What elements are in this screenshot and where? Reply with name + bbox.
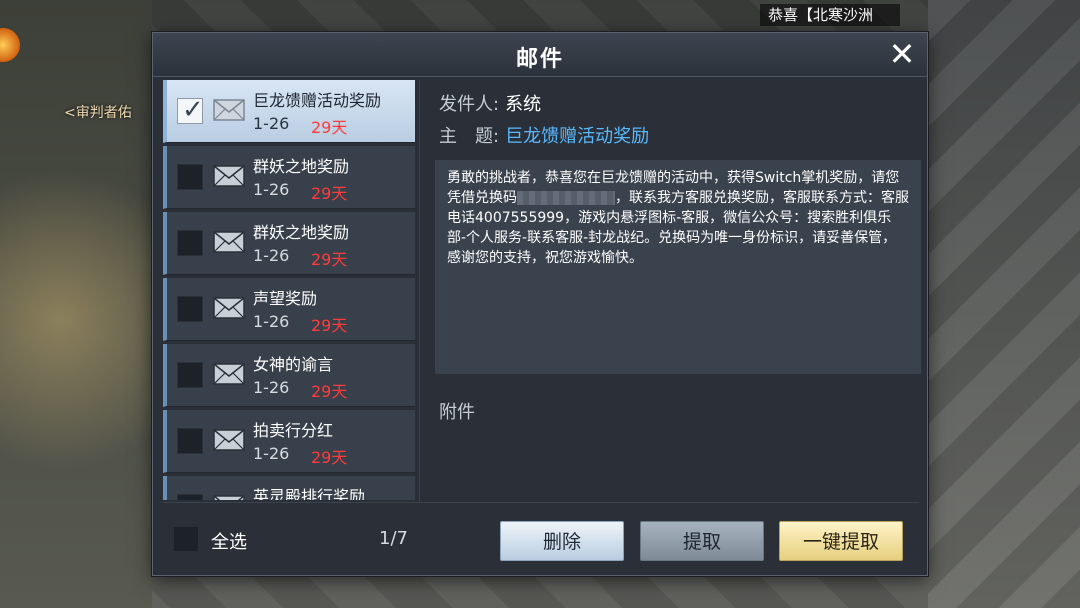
mail-title: 女神的谕言 — [253, 355, 334, 374]
envelope-icon — [213, 165, 245, 187]
subject-value: 巨龙馈赠活动奖励 — [505, 126, 650, 147]
mail-list-item[interactable]: 女神的谕言 1-26 29天 — [163, 344, 415, 407]
redacted-code — [517, 191, 615, 205]
sender-row: 发件人: 系统 — [439, 90, 541, 116]
mail-expiry: 29天 — [311, 118, 348, 137]
mail-date: 1-26 — [253, 246, 290, 265]
extract-all-button[interactable]: 一键提取 — [779, 521, 903, 561]
delete-button[interactable]: 删除 — [500, 521, 624, 561]
mail-expiry: 29天 — [311, 250, 348, 269]
dialog-title: 邮件 — [515, 47, 564, 72]
mail-detail: 发件人: 系统 主 题: 巨龙馈赠活动奖励 勇敢的挑战者，恭喜您在巨龙馈赠的活动中，… — [425, 80, 921, 502]
mail-list-item[interactable]: 声望奖励 1-26 29天 — [163, 278, 415, 341]
mail-date: 1-26 — [253, 180, 290, 199]
mail-date: 1-26 — [253, 114, 290, 133]
mail-title: 群妖之地奖励 — [253, 157, 350, 176]
mail-title: 巨龙馈赠活动奖励 — [253, 91, 382, 110]
envelope-icon — [213, 495, 245, 500]
page-indicator: 1/7 — [379, 528, 408, 549]
mail-title: 群妖之地奖励 — [253, 223, 350, 242]
npc-name-tag: <审判者佑 — [64, 105, 132, 121]
mail-list[interactable]: ✓ 巨龙馈赠活动奖励 1-26 29天 群妖之地奖励 1-26 29天 群妖之地奖励 1-26 2… — [163, 80, 417, 500]
mail-checkbox[interactable] — [177, 296, 203, 322]
mail-expiry: 29天 — [311, 184, 348, 203]
game-scene-left — [0, 0, 152, 608]
mail-expiry: 29天 — [311, 382, 348, 401]
mail-title: 声望奖励 — [253, 289, 318, 308]
mail-dialog: 邮件 ✕ ✓ 巨龙馈赠活动奖励 1-26 29天 群妖之地奖励 1-26 29天 群妖之地奖励… — [152, 32, 928, 576]
envelope-icon — [213, 297, 245, 319]
checkmark-icon: ✓ — [182, 95, 204, 125]
mail-expiry: 29天 — [311, 448, 348, 467]
pane-divider — [419, 80, 420, 502]
mail-list-item[interactable]: ✓ 巨龙馈赠活动奖励 1-26 29天 — [163, 80, 415, 143]
sender-label: 发件人: — [439, 94, 500, 115]
subject-row: 主 题: 巨龙馈赠活动奖励 — [439, 122, 649, 148]
mail-list-item[interactable]: 拍卖行分红 1-26 29天 — [163, 410, 415, 473]
dialog-header: 邮件 ✕ — [153, 33, 927, 77]
envelope-icon — [213, 99, 245, 121]
mail-checkbox[interactable] — [177, 428, 203, 454]
subject-label: 主 题: — [439, 126, 500, 147]
mail-expiry: 29天 — [311, 316, 348, 335]
envelope-icon — [213, 231, 245, 253]
mail-body: 勇敢的挑战者，恭喜您在巨龙馈赠的活动中，获得Switch掌机奖励，请您凭借兑换码… — [435, 160, 921, 374]
mail-checkbox[interactable]: ✓ — [177, 95, 204, 125]
sender-value: 系统 — [505, 94, 542, 115]
mail-checkbox[interactable] — [177, 362, 203, 388]
close-icon[interactable]: ✕ — [885, 38, 919, 71]
mail-date: 1-26 — [253, 312, 290, 331]
select-all-checkbox[interactable] — [173, 526, 199, 552]
system-announcement: 恭喜【北寒沙洲 — [760, 4, 900, 26]
mail-checkbox[interactable] — [177, 164, 203, 190]
mail-list-item[interactable]: 群妖之地奖励 1-26 29天 — [163, 212, 415, 275]
mail-list-item[interactable]: 群妖之地奖励 1-26 29天 — [163, 146, 415, 209]
mail-title: 拍卖行分红 — [253, 421, 334, 440]
mail-title: 英灵殿排行奖励 — [253, 487, 366, 500]
game-scene-right — [928, 0, 1080, 608]
attachment-label: 附件 — [439, 402, 475, 423]
envelope-icon — [213, 363, 245, 385]
mail-date: 1-26 — [253, 378, 290, 397]
select-all-label[interactable]: 全选 — [211, 528, 247, 554]
mail-checkbox[interactable] — [177, 230, 203, 256]
footer-divider — [163, 502, 919, 503]
extract-button[interactable]: 提取 — [640, 521, 764, 561]
mail-date: 1-26 — [253, 444, 290, 463]
mail-list-item[interactable]: 英灵殿排行奖励1-2629天 — [163, 476, 415, 500]
mail-checkbox[interactable] — [177, 494, 203, 500]
envelope-icon — [213, 429, 245, 451]
